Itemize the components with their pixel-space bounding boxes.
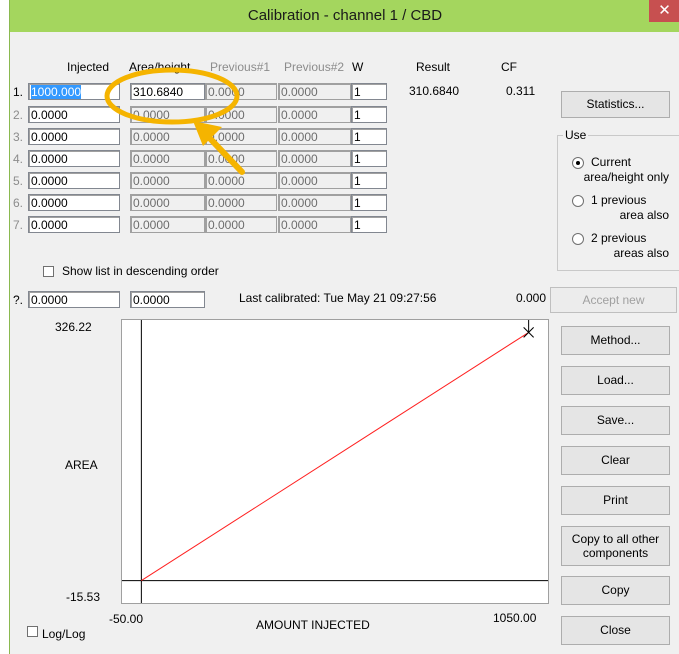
previous-1-field: 0.0000 [205,216,277,233]
row-number: 4. [13,152,24,166]
area-height-field[interactable]: 0.0000 [130,194,205,211]
use-option-sublabel: area/height only [583,170,669,184]
y-max-tick-label: 326.22 [55,320,92,334]
previous-2-field: 0.0000 [278,128,351,145]
injected-field[interactable]: 0.0000 [28,172,120,189]
weight-field[interactable]: 1 [351,172,387,189]
header-area-height: Area/height [129,60,191,74]
row-number: 1. [13,85,24,99]
previous-2-field: 0.0000 [278,194,351,211]
statistics-button[interactable]: Statistics... [561,91,670,118]
row-number: 2. [13,108,24,122]
use-option-label: Current [591,155,632,169]
close-window-button[interactable]: ✕ [649,0,679,22]
result-value: 310.6840 [409,84,460,98]
close-button[interactable]: Close [561,616,670,645]
loglog-checkbox[interactable] [27,626,38,637]
weight-field[interactable]: 1 [351,150,387,167]
calibration-series-line [141,331,529,582]
previous-1-field: 0.0000 [205,194,277,211]
calibration-chart-svg [122,320,548,603]
use-option-label: 1 previous [591,193,647,207]
previous-1-field: 0.0000 [205,128,277,145]
weight-field[interactable]: 1 [351,83,387,100]
previous-1-field: 0.0000 [205,106,277,123]
query-area-field[interactable]: 0.0000 [130,291,205,308]
header-previous-2: Previous#2 [284,60,345,74]
use-option-radio[interactable] [572,157,584,169]
use-option-label: 2 previous [591,231,647,245]
copy-button[interactable]: Copy [561,576,670,605]
previous-1-field: 0.0000 [205,150,277,167]
copy-to-all-components-button[interactable]: Copy to all other components [561,526,670,566]
area-height-field[interactable]: 0.0000 [130,128,205,145]
query-row-num: ?. [13,293,24,307]
injected-field[interactable]: 0.0000 [28,150,120,167]
copy-to-all-line1: Copy to all other [571,532,660,546]
copy-to-all-line2: components [582,546,649,560]
weight-field[interactable]: 1 [351,216,387,233]
previous-1-field: 0.0000 [205,83,277,100]
descending-checkbox[interactable] [43,266,54,277]
weight-field[interactable]: 1 [351,194,387,211]
weight-field[interactable]: 1 [351,128,387,145]
load-button[interactable]: Load... [561,366,670,395]
row-number: 3. [13,130,24,144]
window-title: Calibration - channel 1 / CBD [247,7,443,24]
cf-value: 0.311 [506,84,536,98]
area-height-field[interactable]: 0.0000 [130,172,205,189]
previous-1-field: 0.0000 [205,172,277,189]
header-cf: CF [501,60,517,74]
weight-field[interactable]: 1 [351,106,387,123]
injected-field[interactable]: 0.0000 [28,194,120,211]
area-height-field[interactable]: 0.0000 [130,106,205,123]
x-min-tick-label: -50.00 [109,612,144,626]
area-height-field[interactable]: 0.0000 [130,216,205,233]
x-axis-label: AMOUNT INJECTED [256,618,370,632]
injected-field[interactable]: 0.0000 [28,128,120,145]
use-option-radio[interactable] [572,195,584,207]
accept-new-button[interactable]: Accept new [550,287,677,313]
use-option-sublabel: area also [619,208,669,222]
calibration-window: Calibration - channel 1 / CBD ✕ Injected… [9,0,679,654]
loglog-label: Log/Log [42,627,86,641]
area-height-field[interactable]: 0.0000 [130,150,205,167]
previous-2-field: 0.0000 [278,150,351,167]
row-number: 5. [13,174,24,188]
injected-field[interactable]: 1000.000 [28,83,120,100]
last-calibrated-label: Last calibrated: Tue May 21 09:27:56 [239,291,437,305]
previous-2-field: 0.0000 [278,216,351,233]
query-injected-field[interactable]: 0.0000 [28,291,120,308]
header-w: W [352,60,364,74]
previous-2-field: 0.0000 [278,172,351,189]
calibration-plot [121,319,549,604]
descending-label: Show list in descending order [62,264,219,278]
print-button[interactable]: Print [561,486,670,515]
row-number: 7. [13,218,24,232]
previous-2-field: 0.0000 [278,83,351,100]
use-option-radio[interactable] [572,233,584,245]
header-previous-1: Previous#1 [210,60,271,74]
injected-field[interactable]: 0.0000 [28,106,120,123]
query-result-value: 0.000 [516,291,547,305]
y-min-tick-label: -15.53 [66,590,101,604]
save-button[interactable]: Save... [561,406,670,435]
row-number: 6. [13,196,24,210]
y-axis-label: AREA [65,458,98,472]
use-group-title: Use [563,128,589,142]
title-bar[interactable]: Calibration - channel 1 / CBD ✕ [10,0,679,32]
clear-button[interactable]: Clear [561,446,670,475]
header-injected: Injected [67,60,110,74]
injected-field[interactable]: 0.0000 [28,216,120,233]
x-max-tick-label: 1050.00 [493,611,537,625]
method-button[interactable]: Method... [561,326,670,355]
header-result: Result [416,60,451,74]
previous-2-field: 0.0000 [278,106,351,123]
area-height-field[interactable]: 310.6840 [130,83,205,100]
use-option-sublabel: areas also [613,246,669,260]
